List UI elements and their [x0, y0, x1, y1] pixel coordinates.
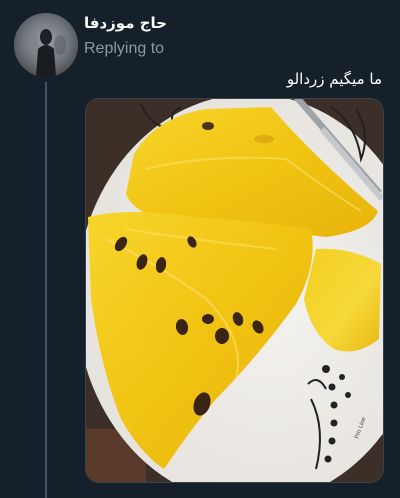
avatar-image	[14, 13, 78, 77]
thread-connector-line	[45, 82, 47, 498]
replying-to: Replying to	[84, 40, 168, 58]
author-avatar[interactable]	[14, 13, 78, 77]
tweet-text: ما میگیم زردالو	[286, 70, 382, 88]
replying-to-label: Replying to	[84, 40, 165, 57]
tweet-photo[interactable]: Pro Line	[85, 98, 384, 483]
author-display-name[interactable]: حاج موزدفا	[84, 14, 204, 32]
photo-icon: Pro Line	[86, 99, 383, 482]
